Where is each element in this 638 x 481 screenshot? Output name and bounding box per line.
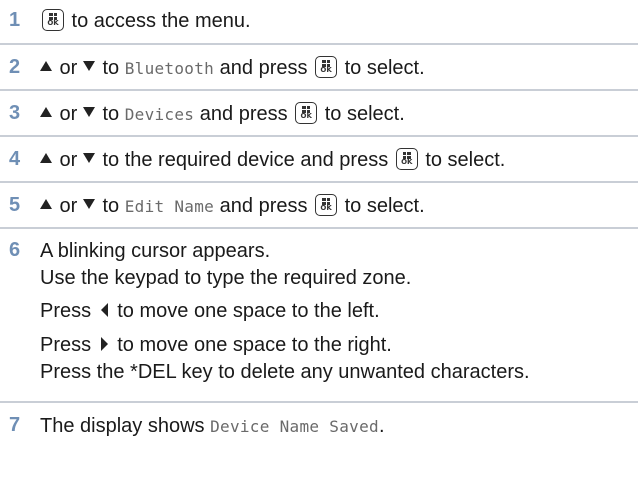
step-number: 4: [9, 148, 21, 170]
step-number: 5: [9, 194, 21, 216]
menu-ok-button-icon: OK: [42, 9, 64, 31]
step-line: Use the keypad to type the required zone…: [40, 267, 412, 289]
right-arrow-icon: [100, 337, 108, 351]
left-arrow-icon: [100, 303, 108, 317]
step-number: 3: [9, 102, 21, 124]
step-text: OK to access the menu.: [40, 9, 638, 33]
step-2: 2 or to Bluetooth and press OK to select…: [0, 45, 638, 91]
procedure-steps: 1 OK to access the menu. 2 or to Bluetoo…: [0, 0, 638, 449]
down-arrow-icon: [82, 199, 95, 209]
step-6: 6 A blinking cursor appears. Use the key…: [0, 229, 638, 403]
step-line: Press the *DEL key to delete any unwante…: [40, 361, 530, 383]
step-text: or to the required device and press OK t…: [40, 148, 638, 172]
step-1: 1 OK to access the menu.: [0, 0, 638, 45]
down-arrow-icon: [82, 107, 95, 117]
step-number: 7: [9, 414, 21, 436]
up-arrow-icon: [40, 199, 52, 209]
step-text: A blinking cursor appears. Use the keypa…: [40, 239, 638, 399]
step-7: 7 The display shows Device Name Saved.: [0, 403, 638, 449]
step-text: or to Devices and press OK to select.: [40, 102, 638, 127]
step-line: A blinking cursor appears.: [40, 240, 271, 262]
step-3: 3 or to Devices and press OK to select.: [0, 91, 638, 137]
step-4: 4 or to the required device and press OK…: [0, 137, 638, 183]
menu-ok-button-icon: OK: [315, 194, 338, 216]
step-number: 2: [9, 56, 21, 78]
display-text: Device Name Saved: [210, 417, 379, 436]
up-arrow-icon: [40, 107, 52, 117]
up-arrow-icon: [40, 61, 52, 71]
menu-item-name: Bluetooth: [124, 59, 215, 78]
step-number: 6: [9, 239, 21, 261]
step-line: Press to move one space to the right.: [40, 334, 392, 356]
menu-item-name: Edit Name: [124, 197, 215, 216]
menu-ok-button-icon: OK: [295, 102, 318, 124]
down-arrow-icon: [82, 153, 95, 163]
menu-ok-button-icon: OK: [315, 56, 338, 78]
down-arrow-icon: [82, 61, 95, 71]
menu-ok-button-icon: OK: [395, 148, 418, 170]
step-5: 5 or to Edit Name and press OK to select…: [0, 183, 638, 229]
step-text: or to Bluetooth and press OK to select.: [40, 56, 638, 81]
step-line: Press to move one space to the left.: [40, 300, 380, 322]
step-text: The display shows Device Name Saved.: [40, 415, 385, 437]
menu-item-name: Devices: [124, 105, 195, 124]
step-number: 1: [9, 9, 21, 31]
step-text: or to Edit Name and press OK to select.: [40, 194, 638, 219]
up-arrow-icon: [40, 153, 52, 163]
